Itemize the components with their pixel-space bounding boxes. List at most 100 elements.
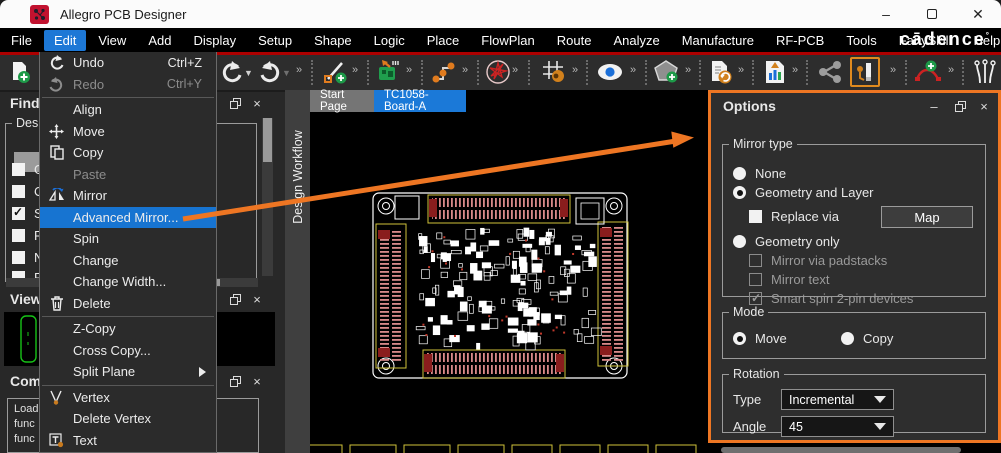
menu-item-advanced-mirror[interactable]: Advanced Mirror... xyxy=(40,207,216,229)
map-button[interactable]: Map xyxy=(881,206,973,228)
menu-analyze[interactable]: Analyze xyxy=(603,30,669,51)
menu-setup[interactable]: Setup xyxy=(248,30,302,51)
menu-flowplan[interactable]: FlowPlan xyxy=(471,30,544,51)
radio-copy[interactable]: Copy xyxy=(841,331,893,346)
checkbox-icon[interactable] xyxy=(12,163,25,176)
menu-item-split-plane[interactable]: Split Plane xyxy=(40,361,216,383)
add-connection-icon[interactable] xyxy=(914,58,942,86)
checkbox-disabled-icon[interactable] xyxy=(749,254,762,267)
menu-item-mirror[interactable]: Mirror xyxy=(40,185,216,207)
overflow-chevron-icon[interactable]: » xyxy=(512,64,518,76)
menu-view[interactable]: View xyxy=(88,30,136,51)
menu-item-vertex[interactable]: Vertex xyxy=(40,387,216,409)
scrollbar-thumb[interactable] xyxy=(263,118,272,162)
new-design-icon[interactable] xyxy=(6,58,34,86)
fanout-icon[interactable] xyxy=(971,58,999,86)
checkbox-replace-via[interactable]: Replace via xyxy=(749,209,839,224)
overflow-chevron-icon[interactable]: » xyxy=(738,64,744,76)
ratsnest-icon[interactable] xyxy=(484,58,512,86)
minimize-button[interactable]: – xyxy=(863,0,909,28)
menu-item-redo[interactable]: Redo Ctrl+Y xyxy=(40,74,216,96)
report-icon[interactable] xyxy=(761,58,789,86)
redo-dropdown-icon[interactable]: ▼ xyxy=(282,68,291,78)
radio-selected-icon[interactable] xyxy=(733,332,746,345)
menu-shape[interactable]: Shape xyxy=(304,30,362,51)
menu-rfpcb[interactable]: RF-PCB xyxy=(766,30,834,51)
checkbox-mirror-text[interactable]: Mirror text xyxy=(749,272,830,287)
export-document-icon[interactable] xyxy=(707,58,735,86)
find-checkbox-row[interactable]: F xyxy=(12,228,42,243)
menu-item-change[interactable]: Change xyxy=(40,250,216,272)
overflow-chevron-icon[interactable]: » xyxy=(792,64,798,76)
checkbox-icon[interactable] xyxy=(12,185,25,198)
rotation-angle-dropdown[interactable]: 45 xyxy=(781,416,894,437)
canvas-horizontal-scrollbar[interactable] xyxy=(721,447,961,453)
checkbox-checked-icon[interactable] xyxy=(12,207,25,220)
overflow-chevron-icon[interactable]: » xyxy=(630,64,636,76)
overflow-chevron-icon[interactable]: » xyxy=(296,64,302,76)
menu-item-cross-copy[interactable]: Cross Copy... xyxy=(40,340,216,362)
menu-manufacture[interactable]: Manufacture xyxy=(672,30,764,51)
redo-icon[interactable] xyxy=(256,58,284,86)
menu-item-change-width[interactable]: Change Width... xyxy=(40,271,216,293)
overflow-chevron-icon[interactable]: » xyxy=(948,64,954,76)
menu-route[interactable]: Route xyxy=(547,30,602,51)
menu-tools[interactable]: Tools xyxy=(836,30,886,51)
menu-place[interactable]: Place xyxy=(417,30,470,51)
share-icon[interactable] xyxy=(816,58,844,86)
menu-item-undo[interactable]: Undo Ctrl+Z xyxy=(40,52,216,74)
close-panel-icon[interactable]: × xyxy=(248,291,266,307)
menu-item-text[interactable]: Text xyxy=(40,430,216,452)
menu-file[interactable]: File xyxy=(1,30,42,51)
probe-highlighted-icon[interactable] xyxy=(850,57,880,87)
close-panel-icon[interactable]: × xyxy=(248,95,266,111)
overflow-chevron-icon[interactable]: » xyxy=(572,64,578,76)
checkbox-smart-spin[interactable]: Smart spin 2-pin devices xyxy=(749,291,913,306)
undo-icon[interactable] xyxy=(218,58,246,86)
menu-item-z-copy[interactable]: Z-Copy xyxy=(40,318,216,340)
route-connect-icon[interactable] xyxy=(430,58,458,86)
design-workflow-strip[interactable]: Design Workflow xyxy=(285,90,310,453)
add-line-icon[interactable] xyxy=(321,58,349,86)
checkbox-icon[interactable] xyxy=(749,210,762,223)
menu-edit[interactable]: Edit xyxy=(44,30,86,51)
radio-geometry-and-layer[interactable]: Geometry and Layer xyxy=(733,185,874,200)
float-panel-icon[interactable] xyxy=(226,373,244,389)
visibility-eye-icon[interactable] xyxy=(596,58,624,86)
radio-icon[interactable] xyxy=(841,332,854,345)
menu-item-align[interactable]: Align xyxy=(40,99,216,121)
menu-logic[interactable]: Logic xyxy=(364,30,415,51)
menu-item-delete[interactable]: Delete xyxy=(40,293,216,315)
pcb-board-canvas[interactable] xyxy=(310,90,708,453)
checkbox-disabled-checked-icon[interactable] xyxy=(749,292,762,305)
menu-add[interactable]: Add xyxy=(138,30,181,51)
maximize-button[interactable] xyxy=(909,0,955,28)
radio-geometry-only[interactable]: Geometry only xyxy=(733,234,840,249)
close-panel-icon[interactable]: × xyxy=(975,98,993,114)
rotation-type-dropdown[interactable]: Incremental xyxy=(781,389,894,410)
find-vertical-scrollbar[interactable] xyxy=(262,118,273,276)
float-panel-icon[interactable] xyxy=(226,291,244,307)
radio-selected-icon[interactable] xyxy=(733,186,746,199)
overflow-chevron-icon[interactable]: » xyxy=(890,64,896,76)
checkbox-icon[interactable] xyxy=(12,229,25,242)
menu-item-move[interactable]: Move xyxy=(40,121,216,143)
checkbox-disabled-icon[interactable] xyxy=(749,273,762,286)
overflow-chevron-icon[interactable]: » xyxy=(352,64,358,76)
radio-icon[interactable] xyxy=(733,167,746,180)
checkbox-icon[interactable] xyxy=(12,251,25,264)
board-place-icon[interactable] xyxy=(375,58,403,86)
overflow-chevron-icon[interactable]: » xyxy=(462,64,468,76)
close-button[interactable]: ✕ xyxy=(955,0,1001,28)
close-panel-icon[interactable]: × xyxy=(248,373,266,389)
menu-item-paste[interactable]: Paste xyxy=(40,164,216,186)
shape-add-icon[interactable] xyxy=(653,58,681,86)
minimize-panel-icon[interactable]: – xyxy=(925,98,943,114)
overflow-chevron-icon[interactable]: » xyxy=(685,64,691,76)
menu-display[interactable]: Display xyxy=(183,30,246,51)
overflow-chevron-icon[interactable]: » xyxy=(406,64,412,76)
menu-item-copy[interactable]: Copy xyxy=(40,142,216,164)
float-panel-icon[interactable] xyxy=(226,95,244,111)
checkbox-mirror-via-padstacks[interactable]: Mirror via padstacks xyxy=(749,253,887,268)
float-panel-icon[interactable] xyxy=(951,98,969,114)
